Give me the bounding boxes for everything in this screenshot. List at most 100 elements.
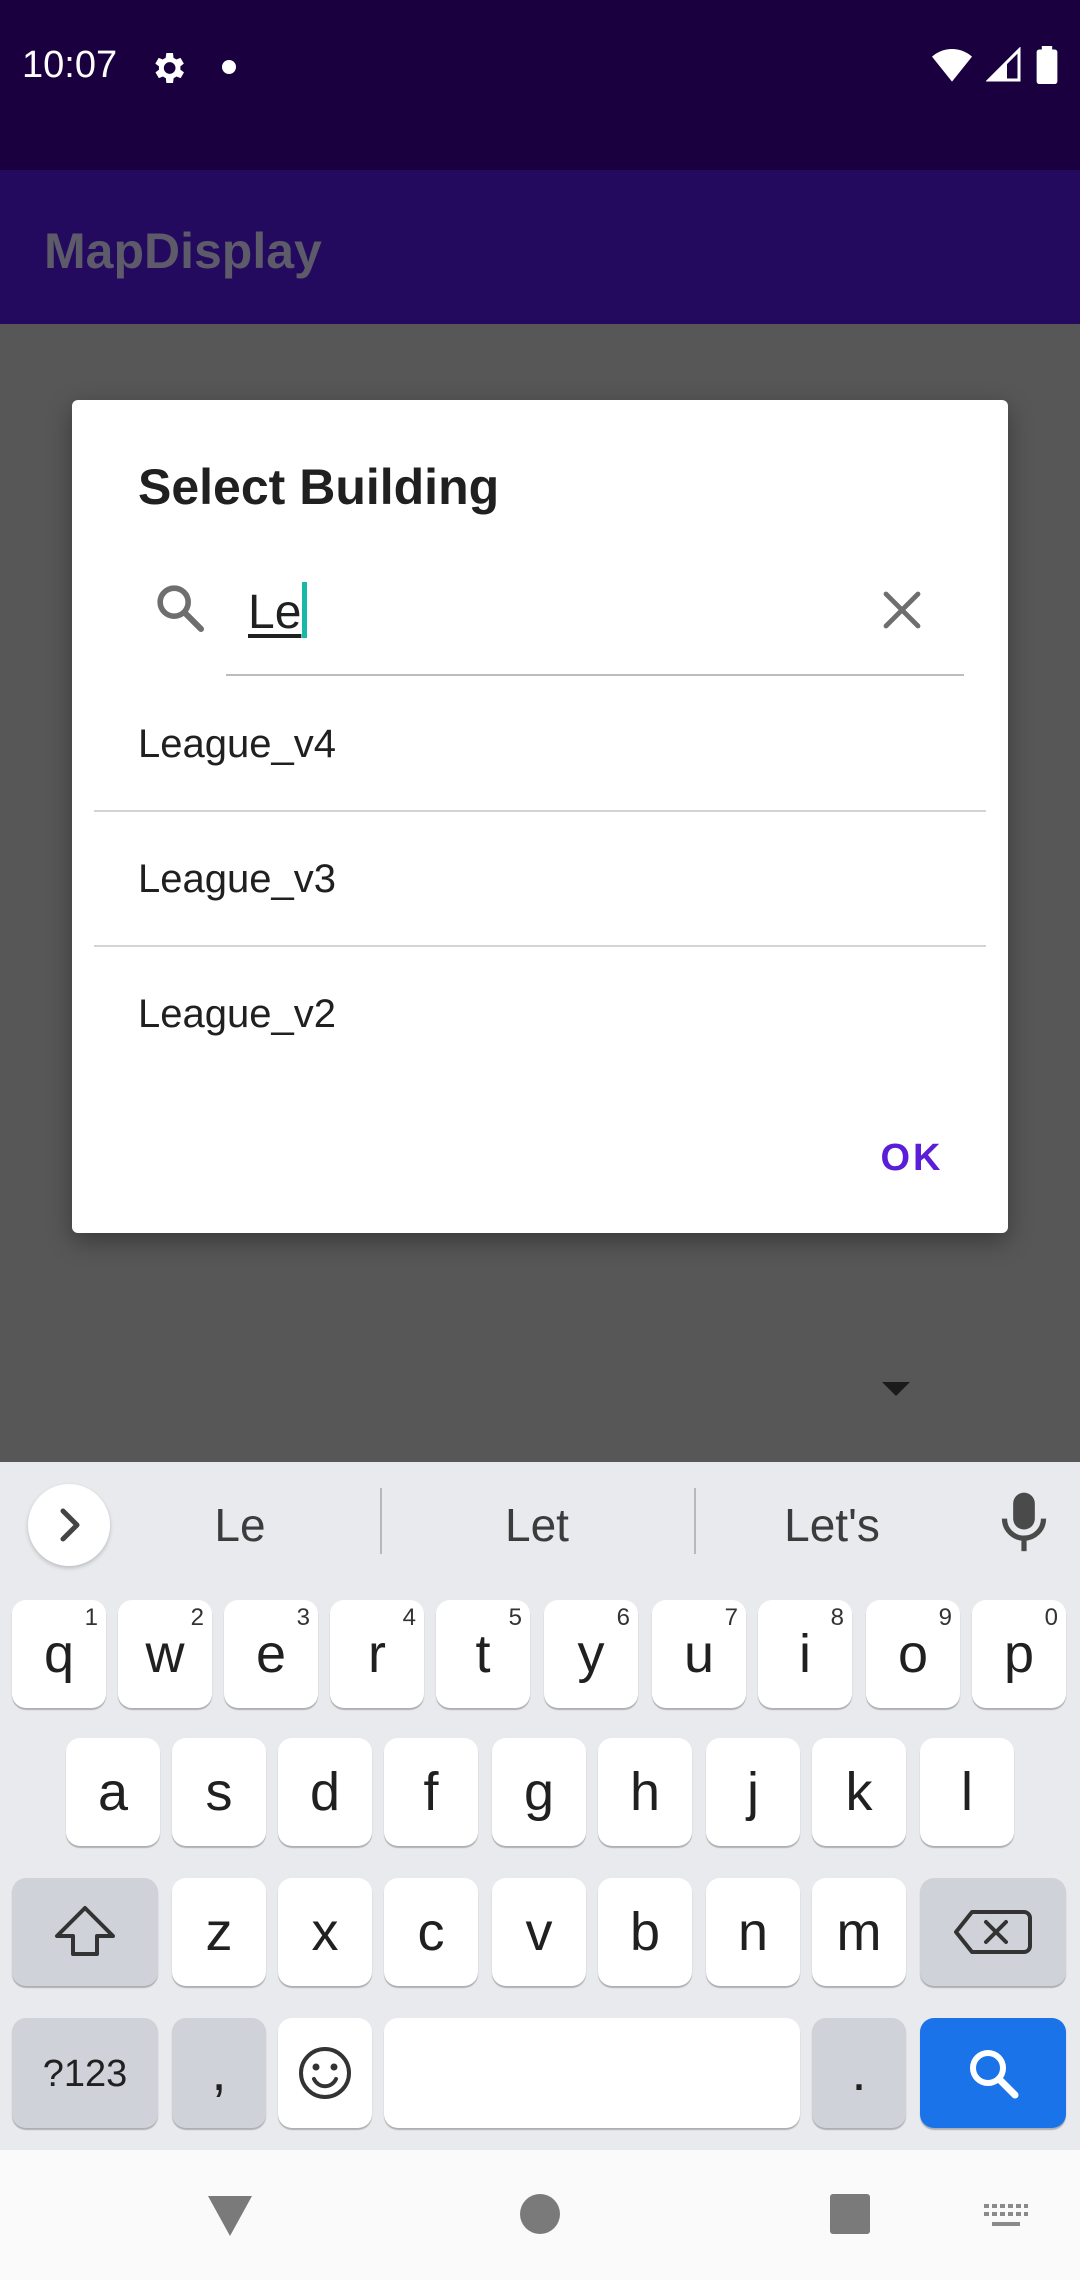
key-hint: 6 — [616, 1604, 630, 1631]
key-z[interactable]: z — [172, 1878, 266, 1986]
suggestion-separator — [694, 1488, 696, 1554]
key-label: p — [1003, 1624, 1035, 1684]
key-t[interactable]: t5 — [436, 1600, 530, 1708]
key-g[interactable]: g — [492, 1738, 586, 1846]
key-y[interactable]: y6 — [544, 1600, 638, 1708]
key-label: v — [525, 1902, 553, 1962]
key-label: k — [845, 1762, 873, 1822]
key-b[interactable]: b — [598, 1878, 692, 1986]
key-label: f — [423, 1762, 439, 1822]
symbols-key[interactable]: ?123 — [12, 2018, 158, 2128]
key-j[interactable]: j — [706, 1738, 800, 1846]
cell-signal-icon — [986, 47, 1021, 82]
key-label: . — [851, 2042, 867, 2102]
suggestion-item[interactable]: Le — [160, 1490, 320, 1560]
key-l[interactable]: l — [920, 1738, 1014, 1846]
key-label: n — [737, 1902, 769, 1962]
key-u[interactable]: u7 — [652, 1600, 746, 1708]
key-label: q — [43, 1624, 75, 1684]
backspace-key[interactable] — [920, 1878, 1066, 1986]
key-label: u — [683, 1624, 715, 1684]
expand-toolbar-button[interactable] — [28, 1484, 110, 1566]
key-a[interactable]: a — [66, 1738, 160, 1846]
key-label: j — [747, 1762, 759, 1822]
key-label: m — [836, 1902, 882, 1962]
emoji-key[interactable] — [278, 2018, 372, 2128]
key-hint: 9 — [938, 1604, 952, 1631]
keyboard-search-key[interactable] — [920, 2018, 1066, 2128]
key-label: g — [523, 1762, 555, 1822]
key-label: t — [475, 1624, 491, 1684]
key-r[interactable]: r4 — [330, 1600, 424, 1708]
keyboard-switch-icon[interactable] — [984, 2204, 1028, 2232]
key-label: , — [211, 2042, 227, 2102]
key-o[interactable]: o9 — [866, 1600, 960, 1708]
key-s[interactable]: s — [172, 1738, 266, 1846]
key-label: c — [417, 1902, 445, 1962]
list-divider — [94, 810, 986, 812]
backspace-icon — [954, 1910, 1032, 1954]
shift-key[interactable] — [12, 1878, 158, 1986]
chevron-right-icon — [60, 1508, 80, 1542]
key-label: r — [368, 1624, 386, 1684]
dialog-title: Select Building — [138, 459, 500, 515]
back-triangle-icon[interactable] — [204, 2192, 256, 2240]
key-v[interactable]: v — [492, 1878, 586, 1986]
key-hint: 1 — [84, 1604, 98, 1631]
status-time: 10:07 — [22, 44, 118, 86]
key-hint: 2 — [190, 1604, 204, 1631]
key-hint: 0 — [1044, 1604, 1058, 1631]
dropdown-arrow-icon — [882, 1382, 910, 1396]
navigation-bar — [0, 2150, 1080, 2280]
key-hint: 4 — [402, 1604, 416, 1631]
key-hint: 7 — [724, 1604, 738, 1631]
suggestion-separator — [380, 1488, 382, 1554]
key-w[interactable]: w2 — [118, 1600, 212, 1708]
shift-arrow-icon — [55, 1906, 115, 1956]
key-x[interactable]: x — [278, 1878, 372, 1986]
recents-square-icon[interactable] — [828, 2192, 872, 2236]
battery-icon — [1036, 46, 1058, 84]
search-icon — [970, 2050, 1019, 2099]
building-search-input[interactable]: Le — [248, 582, 308, 640]
search-icon — [157, 585, 205, 633]
search-input-value: Le — [248, 586, 302, 639]
key-i[interactable]: i8 — [758, 1600, 852, 1708]
key-d[interactable]: d — [278, 1738, 372, 1846]
key-c[interactable]: c — [384, 1878, 478, 1986]
key-label: o — [897, 1624, 929, 1684]
comma-key[interactable]: , — [172, 2018, 266, 2128]
key-m[interactable]: m — [812, 1878, 906, 1986]
building-list-item[interactable]: League_v2 — [138, 992, 336, 1037]
emoji-icon — [299, 2047, 351, 2099]
key-hint: 8 — [830, 1604, 844, 1631]
microphone-icon[interactable] — [998, 1490, 1050, 1556]
ok-button[interactable]: OK — [852, 1130, 972, 1186]
clear-search-icon[interactable] — [878, 586, 926, 634]
key-label: l — [961, 1762, 973, 1822]
key-label: x — [311, 1902, 339, 1962]
home-circle-icon[interactable] — [518, 2192, 562, 2236]
select-building-dialog: Select Building Le League_v4 League_v3 L… — [72, 400, 1008, 1233]
suggestion-item[interactable]: Let's — [730, 1490, 934, 1560]
suggestion-item[interactable]: Let — [430, 1490, 644, 1560]
period-key[interactable]: . — [812, 2018, 906, 2128]
spacebar-key[interactable] — [384, 2018, 800, 2128]
building-list-item[interactable]: League_v3 — [138, 857, 336, 902]
app-title: MapDisplay — [44, 223, 322, 279]
search-underline — [226, 674, 964, 676]
status-icons — [932, 46, 1058, 84]
key-n[interactable]: n — [706, 1878, 800, 1986]
key-label: e — [255, 1624, 287, 1684]
key-h[interactable]: h — [598, 1738, 692, 1846]
key-hint: 5 — [508, 1604, 522, 1631]
key-q[interactable]: q1 — [12, 1600, 106, 1708]
key-label: s — [205, 1762, 233, 1822]
building-list-item[interactable]: League_v4 — [138, 722, 336, 767]
text-cursor — [302, 582, 308, 638]
key-e[interactable]: e3 — [224, 1600, 318, 1708]
key-f[interactable]: f — [384, 1738, 478, 1846]
key-k[interactable]: k — [812, 1738, 906, 1846]
key-p[interactable]: p0 — [972, 1600, 1066, 1708]
key-label: a — [97, 1762, 129, 1822]
